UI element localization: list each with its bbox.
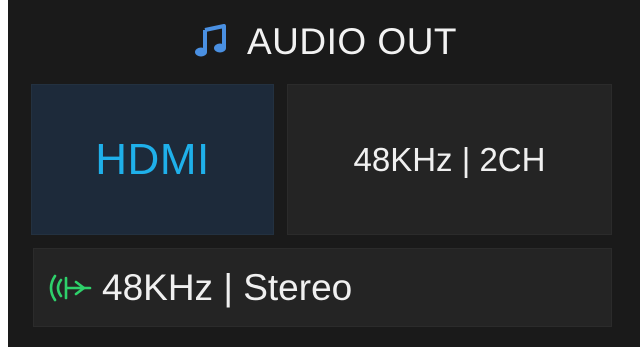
panel-title: AUDIO OUT [246, 20, 458, 62]
output-port-label: HDMI [95, 134, 210, 184]
music-note-icon [191, 21, 231, 61]
audio-format-label: 48KHz | 2CH [353, 140, 546, 178]
hdmi-output-tile[interactable]: HDMI [31, 84, 274, 235]
audio-format-tile[interactable]: 48KHz | 2CH [287, 84, 612, 235]
panel-header: AUDIO OUT [8, 0, 640, 82]
audio-out-panel: AUDIO OUT HDMI 48KHz | 2CH 48KHz | Stere… [8, 0, 640, 347]
audio-signal-icon [44, 270, 94, 306]
signal-status-bar: 48KHz | Stereo [33, 248, 612, 327]
signal-status-label: 48KHz | Stereo [102, 266, 353, 308]
